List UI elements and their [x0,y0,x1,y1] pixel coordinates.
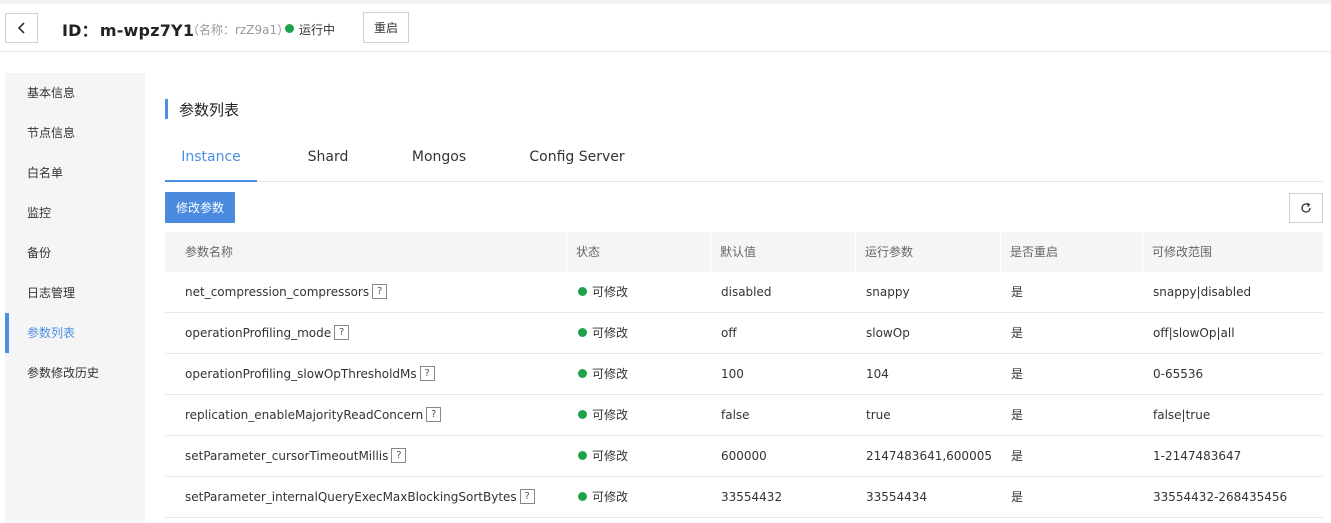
help-icon[interactable]: ? [372,284,388,299]
id-label: ID： [62,21,98,40]
sidebar-item-logs[interactable]: 日志管理 [5,273,145,313]
restart-required: 是 [1011,449,1024,463]
param-name: setParameter_internalQueryExecMaxBlockin… [185,490,517,504]
status-dot [285,24,294,33]
status-dot [578,410,587,419]
restart-required: 是 [1011,408,1024,422]
param-name: net_compression_compressors [185,285,370,299]
section-accent-bar [165,99,168,119]
restart-required: 是 [1011,490,1024,504]
col-header-name: 参数名称 [185,245,234,259]
table-row: setParameter_internalQueryExecMaxBlockin… [165,477,1323,518]
modify-range: false|true [1153,408,1211,422]
table-row: net_compression_compressors? 可修改 disable… [165,272,1323,313]
section-title: 参数列表 [179,101,240,119]
back-button[interactable] [5,13,38,43]
refresh-button[interactable] [1289,193,1323,223]
status-text: 可修改 [592,449,629,463]
restart-required: 是 [1011,326,1024,340]
table-header: 参数名称 状态 默认值 运行参数 是否重启 可修改范围 [165,232,1323,272]
status-cell: 可修改 [578,354,628,394]
table-row: replication_enableMajorityReadConcern? 可… [165,395,1323,436]
status-dot [578,287,587,296]
instance-id: ID： m-wpz7Y1 [62,17,194,41]
sidebar: 基本信息 节点信息 白名单 监控 备份 日志管理 参数列表 参数修改历史 [5,73,145,523]
sidebar-item-monitoring[interactable]: 监控 [5,193,145,233]
tab-bar: Instance Shard Mongos Config Server [165,139,1323,182]
col-header-status: 状态 [576,245,601,259]
running-value: 33554434 [866,490,928,504]
status-dot [578,492,587,501]
status-text: 可修改 [592,367,629,381]
sidebar-item-backup[interactable]: 备份 [5,233,145,273]
help-icon[interactable]: ? [334,325,350,340]
sidebar-item-node-info[interactable]: 节点信息 [5,113,145,153]
default-value: 600000 [721,449,767,463]
tab-instance[interactable]: Instance [165,149,257,182]
col-header-running: 运行参数 [865,245,914,259]
restart-button[interactable]: 重启 [363,12,409,43]
sidebar-item-whitelist[interactable]: 白名单 [5,153,145,193]
instance-name: （名称：rzZ9a1） [187,23,290,37]
running-value: 104 [866,367,889,381]
status-text: 可修改 [592,285,629,299]
default-value: disabled [721,285,772,299]
status-cell: 可修改 [578,477,628,517]
sidebar-item-param-history[interactable]: 参数修改历史 [5,353,145,393]
running-value: slowOp [866,326,910,340]
sidebar-item-basic-info[interactable]: 基本信息 [5,73,145,113]
main-content: 参数列表 Instance Shard Mongos Config Server… [145,73,1331,523]
param-name: operationProfiling_mode [185,326,332,340]
table-row: setParameter_cursorTimeoutMillis? 可修改 60… [165,436,1323,477]
modify-range: 0-65536 [1153,367,1204,381]
sidebar-item-params[interactable]: 参数列表 [5,313,145,353]
help-icon[interactable]: ? [426,407,442,422]
refresh-icon [1301,202,1311,213]
help-icon[interactable]: ? [419,366,435,381]
status-dot [578,328,587,337]
col-header-restart: 是否重启 [1010,245,1059,259]
default-value: off [721,326,737,340]
modify-range: 1-2147483647 [1153,449,1242,463]
param-name: replication_enableMajorityReadConcern [185,408,424,422]
status-cell: 可修改 [578,395,628,435]
running-value: true [866,408,891,422]
running-value: snappy [866,285,910,299]
col-header-default: 默认值 [720,245,757,259]
col-header-range: 可修改范围 [1152,245,1213,259]
table-row: operationProfiling_mode? 可修改 off slowOp … [165,313,1323,354]
default-value: 100 [721,367,744,381]
status-cell: 可修改 [578,272,628,312]
restart-required: 是 [1011,285,1024,299]
table-row: operationProfiling_slowOpThresholdMs? 可修… [165,354,1323,395]
param-name: operationProfiling_slowOpThresholdMs [185,367,417,381]
status-text: 可修改 [592,408,629,422]
tab-config-server[interactable]: Config Server [517,149,637,182]
id-value: m-wpz7Y1 [99,21,195,40]
param-name: setParameter_cursorTimeoutMillis [185,449,389,463]
page-header: ID： m-wpz7Y1 （名称：rzZ9a1） 运行中 重启 [0,4,1331,52]
default-value: 33554432 [721,490,783,504]
help-icon[interactable]: ? [391,448,407,463]
restart-required: 是 [1011,367,1024,381]
modify-range: off|slowOp|all [1153,326,1235,340]
status-dot [578,451,587,460]
status-text: 运行中 [299,23,336,37]
status-text: 可修改 [592,326,629,340]
status-text: 可修改 [592,490,629,504]
default-value: false [721,408,750,422]
chevron-left-icon [17,22,25,34]
status-dot [578,369,587,378]
tab-mongos[interactable]: Mongos [395,149,483,182]
status-cell: 可修改 [578,313,628,353]
modify-params-button[interactable]: 修改参数 [165,192,235,223]
status-cell: 可修改 [578,436,628,476]
help-icon[interactable]: ? [519,489,535,504]
modify-range: snappy|disabled [1153,285,1252,299]
running-value: 2147483641,600005 [866,449,992,463]
modify-range: 33554432-268435456 [1153,490,1288,504]
tab-shard[interactable]: Shard [285,149,371,182]
